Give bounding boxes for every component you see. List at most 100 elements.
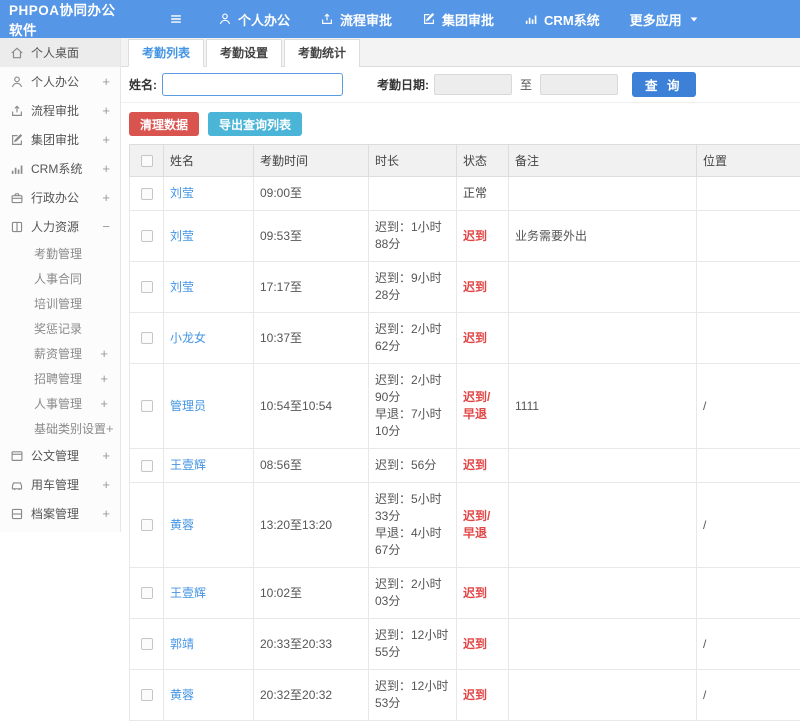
employee-name-link[interactable]: 黄蓉 [170, 518, 194, 532]
employee-name-link[interactable]: 刘莹 [170, 186, 194, 200]
note [509, 313, 697, 364]
expand-plus-icon[interactable]: + [102, 448, 112, 463]
sidebar-subitem[interactable]: 招聘管理+ [0, 366, 120, 391]
attendance-time: 13:20至13:20 [254, 483, 369, 568]
expand-plus-icon[interactable]: + [102, 132, 112, 147]
row-checkbox[interactable] [141, 519, 153, 531]
employee-name-link[interactable]: 王壹辉 [170, 458, 206, 472]
sidebar-item[interactable]: 公文管理+ [0, 441, 120, 470]
table-row: 黄蓉 20:32至20:32 迟到：12小时53分 迟到 / [130, 670, 800, 721]
tab-attendance-stats[interactable]: 考勤统计 [284, 39, 360, 67]
status-badge: 迟到 [457, 262, 509, 313]
navbar-item[interactable]: 更多应用 [630, 10, 700, 29]
row-checkbox[interactable] [141, 587, 153, 599]
navbar-item[interactable]: 流程审批 [320, 10, 392, 29]
sidebar-item-label: CRM系统 [31, 160, 102, 177]
row-checkbox[interactable] [141, 689, 153, 701]
expand-plus-icon[interactable]: + [102, 477, 112, 492]
sidebar-subitem[interactable]: 考勤管理 [0, 241, 120, 266]
collapse-minus-icon[interactable]: − [102, 219, 112, 234]
duration: 迟到：2小时03分 [369, 568, 457, 619]
user-icon [10, 75, 24, 89]
row-checkbox[interactable] [141, 281, 153, 293]
chart-icon [10, 162, 24, 176]
sidebar-subitem[interactable]: 人事合同 [0, 266, 120, 291]
attendance-time: 10:37至 [254, 313, 369, 364]
export-list-button[interactable]: 导出查询列表 [208, 112, 302, 136]
expand-plus-icon[interactable]: + [102, 190, 112, 205]
employee-name-link[interactable]: 刘莹 [170, 229, 194, 243]
expand-plus-icon[interactable]: + [102, 74, 112, 89]
sidebar-item[interactable]: 项目管理+ [0, 528, 120, 532]
expand-plus-icon[interactable]: + [102, 506, 112, 521]
date-from-input[interactable] [434, 74, 512, 95]
book-icon [10, 220, 24, 234]
duration: 迟到：2小时62分 [369, 313, 457, 364]
sidebar-subitem[interactable]: 人事管理+ [0, 391, 120, 416]
location: / [697, 670, 800, 721]
employee-name-link[interactable]: 管理员 [170, 399, 206, 413]
main-content: 考勤列表 考勤设置 考勤统计 姓名: 考勤日期: 至 查 询 清理数据 导出查询… [121, 38, 800, 532]
table-row: 郭靖 20:33至20:33 迟到：12小时55分 迟到 / [130, 619, 800, 670]
employee-name-link[interactable]: 小龙女 [170, 331, 206, 345]
row-checkbox[interactable] [141, 332, 153, 344]
employee-name-link[interactable]: 王壹辉 [170, 586, 206, 600]
table-header-row: 姓名 考勤时间 时长 状态 备注 位置 [130, 145, 800, 177]
sidebar-item-label: 用车管理 [31, 476, 102, 493]
date-to-input[interactable] [540, 74, 618, 95]
sidebar-subitem-label: 招聘管理 [34, 370, 100, 387]
row-checkbox[interactable] [141, 638, 153, 650]
sidebar-subitem-label: 奖惩记录 [34, 320, 110, 337]
search-form: 姓名: 考勤日期: 至 查 询 [121, 67, 800, 103]
sidebar-item[interactable]: 集团审批+ [0, 125, 120, 154]
sidebar-item[interactable]: CRM系统+ [0, 154, 120, 183]
location: / [697, 619, 800, 670]
sidebar-item[interactable]: 个人办公+ [0, 67, 120, 96]
row-checkbox[interactable] [141, 188, 153, 200]
sidebar-subitem[interactable]: 培训管理 [0, 291, 120, 316]
employee-name-link[interactable]: 郭靖 [170, 637, 194, 651]
tab-attendance-settings[interactable]: 考勤设置 [206, 39, 282, 67]
sidebar-item[interactable]: 人力资源− [0, 212, 120, 241]
col-header-name: 姓名 [164, 145, 254, 177]
row-checkbox[interactable] [141, 400, 153, 412]
sidebar-subitem[interactable]: 薪资管理+ [0, 341, 120, 366]
sidebar-subitem[interactable]: 基础类别设置+ [0, 416, 120, 441]
clear-data-button[interactable]: 清理数据 [129, 112, 199, 136]
col-header-duration: 时长 [369, 145, 457, 177]
attendance-time: 08:56至 [254, 449, 369, 483]
sidebar-item[interactable]: 个人桌面 [0, 38, 120, 67]
sidebar-item-label: 个人办公 [31, 73, 102, 90]
col-header-location: 位置 [697, 145, 800, 177]
col-header-status: 状态 [457, 145, 509, 177]
attendance-time: 20:32至20:32 [254, 670, 369, 721]
expand-plus-icon[interactable]: + [102, 103, 112, 118]
expand-plus-icon[interactable]: + [100, 396, 110, 411]
expand-plus-icon[interactable]: + [106, 421, 116, 436]
duration: 迟到：1小时88分 [369, 211, 457, 262]
sidebar-subitem[interactable]: 奖惩记录 [0, 316, 120, 341]
row-checkbox[interactable] [141, 460, 153, 472]
navbar-item-label: 更多应用 [630, 10, 682, 29]
expand-plus-icon[interactable]: + [100, 346, 110, 361]
navbar-item[interactable]: 集团审批 [422, 10, 494, 29]
tab-attendance-list[interactable]: 考勤列表 [128, 39, 204, 67]
sidebar-item[interactable]: 用车管理+ [0, 470, 120, 499]
attendance-time: 10:54至10:54 [254, 364, 369, 449]
navbar-item[interactable]: 个人办公 [218, 10, 290, 29]
duration [369, 177, 457, 211]
employee-name-link[interactable]: 黄蓉 [170, 688, 194, 702]
expand-plus-icon[interactable]: + [102, 161, 112, 176]
sidebar-item[interactable]: 流程审批+ [0, 96, 120, 125]
sidebar-item[interactable]: 行政办公+ [0, 183, 120, 212]
expand-plus-icon[interactable]: + [100, 371, 110, 386]
menu-toggle-button[interactable] [168, 12, 184, 26]
navbar-item[interactable]: CRM系统 [524, 10, 600, 29]
query-button[interactable]: 查 询 [632, 72, 695, 97]
name-input[interactable] [162, 73, 343, 96]
sidebar-item[interactable]: 档案管理+ [0, 499, 120, 528]
row-checkbox[interactable] [141, 230, 153, 242]
select-all-checkbox[interactable] [141, 155, 153, 167]
location [697, 313, 800, 364]
employee-name-link[interactable]: 刘莹 [170, 280, 194, 294]
